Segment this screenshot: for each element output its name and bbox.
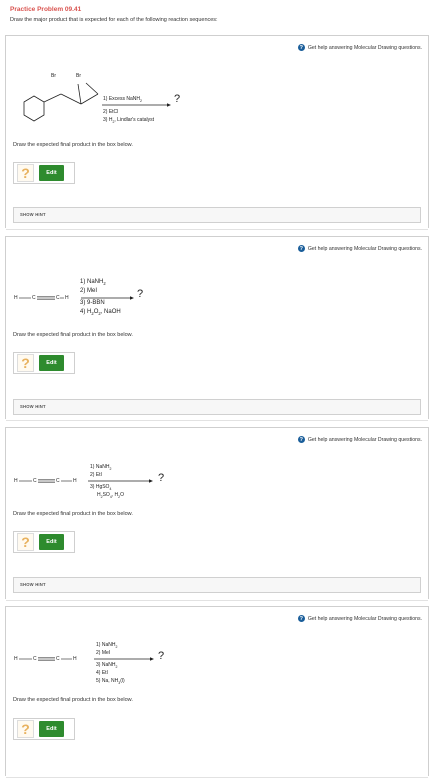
edit-button[interactable]: Edit xyxy=(39,721,64,737)
problem-panel-4: ? Get help answering Molecular Drawing q… xyxy=(5,606,429,778)
reagent-1: 1) NaNH2 xyxy=(80,279,106,287)
problem-panel-2: ? Get help answering Molecular Drawing q… xyxy=(5,236,429,421)
problem-panel-1: ? Get help answering Molecular Drawing q… xyxy=(5,35,429,230)
show-hint-button[interactable]: SHOW HINT xyxy=(20,212,46,217)
reagent-2: 2) EtI xyxy=(90,472,102,478)
page-subtitle: Draw the major product that is expected … xyxy=(10,17,218,23)
question-circle-icon: ? xyxy=(297,44,305,51)
page-title: Practice Problem 09.41 xyxy=(10,6,82,13)
reaction-arrow xyxy=(94,657,154,661)
reagent-1: 1) NaNH2 xyxy=(90,464,112,471)
edit-button[interactable]: Edit xyxy=(39,165,64,181)
problem-panel-3: ? Get help answering Molecular Drawing q… xyxy=(5,427,429,601)
reagent-5: 5) Na, NH3(l) xyxy=(96,678,125,685)
reagent-1: 1) Excess NaNH2 xyxy=(103,96,142,103)
answer-box[interactable]: ? Edit xyxy=(13,352,75,374)
unknown-product-mark: ? xyxy=(137,288,144,300)
answer-box[interactable]: ? Edit xyxy=(13,718,75,740)
reaction-arrow xyxy=(88,479,153,483)
reagent-4: 4) EtI xyxy=(96,670,108,676)
page: Practice Problem 09.41 Draw the major pr… xyxy=(0,0,432,778)
question-circle-icon: ? xyxy=(297,436,305,443)
help-link[interactable]: ? Get help answering Molecular Drawing q… xyxy=(297,245,422,252)
empty-answer-icon: ? xyxy=(17,720,34,738)
empty-answer-icon: ? xyxy=(17,164,34,182)
show-hint-button[interactable]: SHOW HINT xyxy=(20,582,46,587)
reagent-2: 2) EtCl xyxy=(103,109,119,115)
question-circle-icon: ? xyxy=(297,245,305,252)
hint-bar: SHOW HINT xyxy=(13,399,421,415)
help-link-text: Get help answering Molecular Drawing que… xyxy=(307,436,422,443)
question-circle-icon: ? xyxy=(297,615,305,622)
help-link-text: Get help answering Molecular Drawing que… xyxy=(307,44,422,51)
reagent-3: 3) HgSO4 xyxy=(90,484,112,491)
reaction-arrow xyxy=(102,103,171,107)
hint-bar: SHOW HINT xyxy=(13,207,421,223)
edit-button[interactable]: Edit xyxy=(39,534,64,550)
hint-bar: SHOW HINT xyxy=(13,577,421,593)
help-link-text: Get help answering Molecular Drawing que… xyxy=(307,615,422,622)
help-link-text: Get help answering Molecular Drawing que… xyxy=(307,245,422,252)
prompt-text: Draw the expected final product in the b… xyxy=(13,511,133,517)
reagent-3: 3) H2, Lindlar's catalyst xyxy=(103,117,154,124)
unknown-product-mark: ? xyxy=(158,472,165,484)
reagent-2: 2) MeI xyxy=(96,650,111,656)
answer-box[interactable]: ? Edit xyxy=(13,531,75,553)
help-link[interactable]: ? Get help answering Molecular Drawing q… xyxy=(297,615,422,622)
reagent-4: 4) H2O2, NaOH xyxy=(80,309,121,317)
edit-button[interactable]: Edit xyxy=(39,355,64,371)
empty-answer-icon: ? xyxy=(17,354,34,372)
help-link[interactable]: ? Get help answering Molecular Drawing q… xyxy=(297,44,422,51)
reagent-3: 3) 9-BBN xyxy=(80,300,105,306)
reaction-arrow xyxy=(81,296,134,300)
reagent-1: 1) NaNH2 xyxy=(96,642,118,649)
prompt-text: Draw the expected final product in the b… xyxy=(13,332,133,338)
prompt-text: Draw the expected final product in the b… xyxy=(13,142,133,148)
reagent-3-cont: H2SO4, H2O xyxy=(97,492,124,499)
unknown-product-mark: ? xyxy=(174,93,181,105)
answer-box[interactable]: ? Edit xyxy=(13,162,75,184)
reagent-2: 2) MeI xyxy=(80,288,98,294)
prompt-text: Draw the expected final product in the b… xyxy=(13,697,133,703)
empty-answer-icon: ? xyxy=(17,533,34,551)
help-link[interactable]: ? Get help answering Molecular Drawing q… xyxy=(297,436,422,443)
show-hint-button[interactable]: SHOW HINT xyxy=(20,404,46,409)
reagent-3: 3) NaNH2 xyxy=(96,662,118,669)
unknown-product-mark: ? xyxy=(158,650,165,662)
